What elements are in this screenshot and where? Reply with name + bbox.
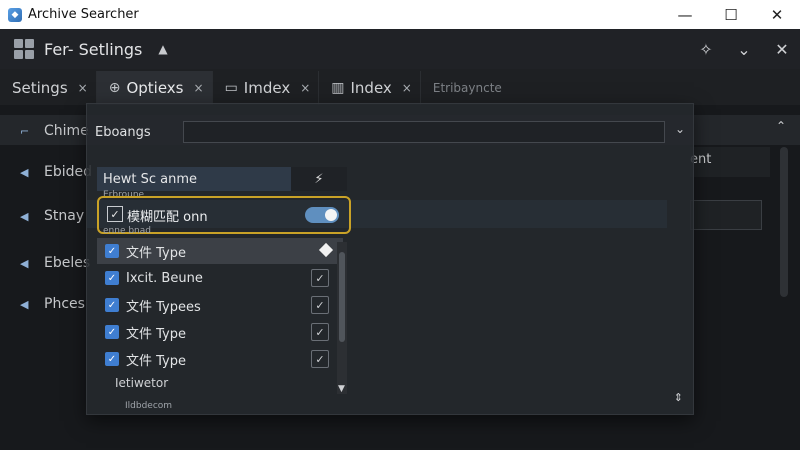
window-controls: — ☐ ✕: [662, 0, 800, 29]
row-arrow-icon: ⌐: [20, 124, 30, 138]
checkbox-icon[interactable]: ✓: [105, 298, 119, 312]
row-arrow-icon: ◀: [20, 297, 29, 311]
footer-label: Ietiwetor: [115, 376, 169, 390]
list-item-label: 文件 Type: [126, 245, 186, 261]
page-title: Fer- Setlings: [44, 39, 143, 59]
list-item[interactable]: ✓ 文件 Typees ✓: [97, 292, 343, 318]
tab-close-icon[interactable]: ×: [402, 81, 412, 95]
app-header: Fer- Setlings ▲ ✧ ⌄ ✕: [0, 29, 800, 69]
row-label: Stnay: [44, 208, 85, 224]
minimize-button[interactable]: —: [662, 0, 708, 29]
row-arrow-icon: ◀: [20, 165, 29, 179]
footer-caption: Ildbdecom: [125, 401, 173, 411]
row-label: Chime: [44, 123, 89, 139]
tab-close-icon[interactable]: ×: [194, 81, 204, 95]
checkbox-icon[interactable]: ✓: [105, 271, 119, 285]
header-tools: ✧ ⌄ ✕: [696, 29, 792, 69]
tab-label: Index: [350, 79, 392, 97]
list-item-label: 文件 Type: [126, 326, 186, 342]
checkbox-icon[interactable]: ✓: [105, 325, 119, 339]
fuzzy-caption: enne bnad: [103, 226, 151, 236]
index-icon: ▥: [331, 80, 345, 96]
tab-bar: Setings × ⊕ Optiexs × ▭ Imdex × ▥ Index …: [0, 69, 800, 105]
tab-options[interactable]: ⊕ Optiexs ×: [96, 71, 213, 105]
fuzzy-match-label: 模糊匹配 onn: [127, 210, 208, 225]
checkbox-icon[interactable]: ✓: [107, 206, 123, 222]
options-icon: ⊕: [108, 80, 121, 96]
list-item-label: Ixcit. Beune: [126, 270, 203, 286]
row-label: Ebeles: [44, 255, 91, 271]
window-titlebar: ◆ Archive Searcher — ☐ ✕: [0, 0, 800, 29]
row-label: Phces: [44, 296, 85, 312]
collapse-caret-icon[interactable]: ▲: [158, 42, 167, 56]
pin-icon[interactable]: ✧: [696, 40, 716, 59]
chevron-down-icon[interactable]: ⌄: [734, 40, 754, 59]
list-item-label: 文件 Type: [126, 353, 186, 369]
app-icon: ◆: [8, 7, 22, 22]
popup-header: Eboangs ⌄: [87, 120, 693, 144]
checkbox-icon[interactable]: ✓: [105, 352, 119, 366]
scroll-down-icon[interactable]: ▼: [338, 384, 345, 394]
toggle-knob: [325, 209, 337, 221]
tab-imdex[interactable]: ▭ Imdex ×: [213, 71, 320, 105]
tab-close-icon[interactable]: ×: [78, 81, 88, 95]
row-arrow-icon: ◀: [20, 209, 29, 223]
popup-search-field[interactable]: [183, 121, 665, 143]
check-icon[interactable]: ✓: [311, 323, 329, 341]
checkbox-icon[interactable]: ✓: [105, 244, 119, 258]
tab-label: Etribayncte: [432, 81, 502, 95]
close-panel-icon[interactable]: ✕: [772, 40, 792, 59]
grid-icon[interactable]: [14, 39, 34, 59]
hotkey-label: Hewt Sc anme: [103, 171, 198, 187]
check-icon[interactable]: ✓: [311, 350, 329, 368]
check-icon[interactable]: ✓: [311, 269, 329, 287]
fuzzy-toggle[interactable]: [305, 207, 339, 223]
popup-scrollbar[interactable]: ▼: [337, 242, 347, 394]
maximize-button[interactable]: ☐: [708, 0, 754, 29]
options-dropdown: Eboangs ⌄ Hewt Sc anme ⚡ Erbroune ✓ 模糊匹配…: [86, 103, 694, 415]
monitor-icon: ▭: [224, 80, 238, 96]
row-arrow-icon: ◀: [20, 256, 29, 270]
tab-label: Imdex: [243, 79, 291, 97]
popup-label: Eboangs: [95, 124, 151, 140]
list-item[interactable]: ✓ 文件 Type ✓: [97, 319, 343, 345]
tab-settings[interactable]: Setings ×: [0, 71, 97, 105]
tab-index[interactable]: ▥ Index ×: [319, 71, 421, 105]
tab-close-icon[interactable]: ×: [300, 81, 310, 95]
window-title: Archive Searcher: [28, 7, 139, 22]
chevron-down-icon[interactable]: ⌄: [675, 122, 685, 136]
list-item[interactable]: ✓ 文件 Type: [97, 238, 343, 264]
tab-label: Optiexs: [126, 79, 184, 97]
hotkey-field[interactable]: Hewt Sc anme ⚡: [97, 167, 347, 191]
list-item-label: 文件 Typees: [126, 299, 201, 315]
diamond-icon: [318, 242, 334, 258]
list-item[interactable]: ✓ 文件 Type ✓: [97, 346, 343, 372]
lightning-icon[interactable]: ⚡: [291, 167, 347, 191]
check-icon[interactable]: ✓: [311, 296, 329, 314]
scrollbar-thumb[interactable]: [339, 252, 345, 342]
close-window-button[interactable]: ✕: [754, 0, 800, 29]
stepper-icon[interactable]: ⇕: [674, 391, 683, 404]
tab-label: Setings: [12, 79, 68, 97]
row-label: Ebided: [44, 164, 93, 180]
list-item[interactable]: ✓ Ixcit. Beune ✓: [97, 265, 343, 291]
tab-ghost[interactable]: Etribayncte: [421, 71, 510, 105]
